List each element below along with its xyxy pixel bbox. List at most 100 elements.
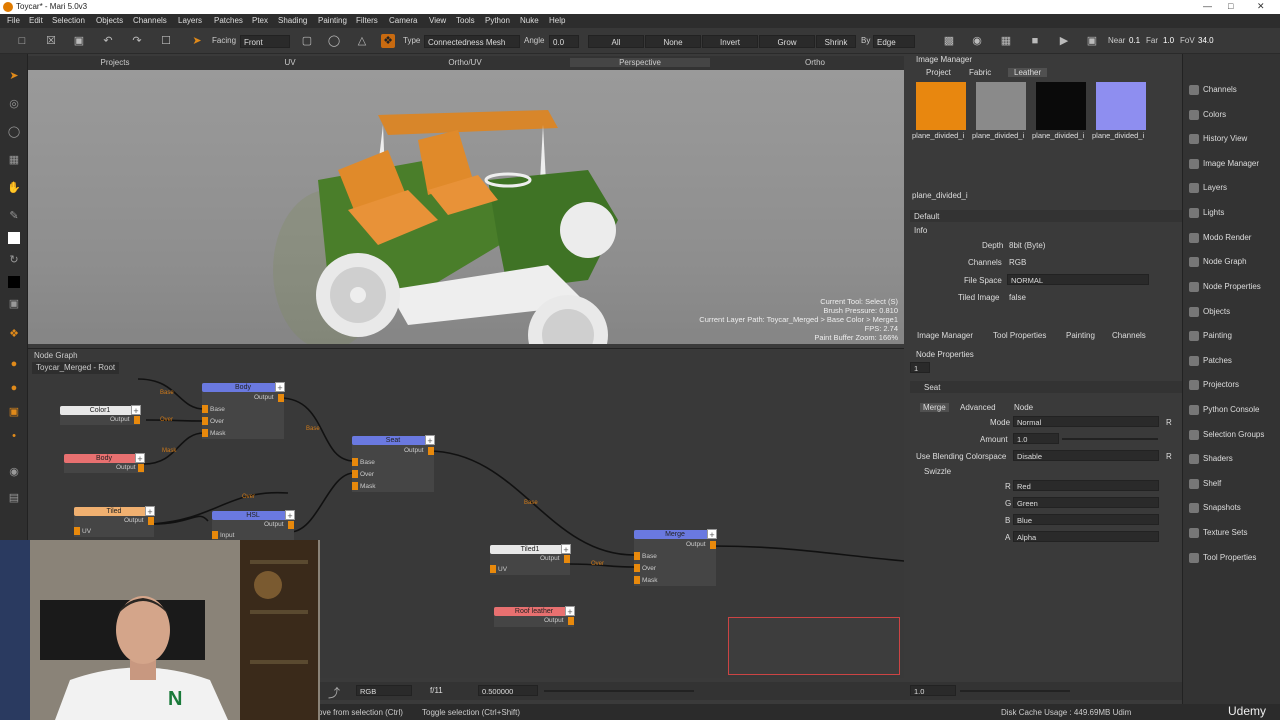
info-section-label[interactable]: Info (914, 226, 927, 235)
palette-objects[interactable]: Objects (1185, 302, 1279, 322)
image-thumb-orange[interactable] (916, 82, 966, 130)
image-thumb-black[interactable] (1036, 82, 1086, 130)
seat-section-header[interactable]: Seat (910, 381, 1182, 393)
brush-tool-icon[interactable]: ✎ (6, 208, 22, 224)
select-none-button[interactable]: None (645, 35, 701, 48)
poly-select-icon[interactable]: △ (355, 34, 369, 48)
menu-layers[interactable]: Layers (178, 16, 202, 25)
menu-view[interactable]: View (429, 16, 446, 25)
default-section-header[interactable]: Default (910, 210, 1182, 222)
camera-icon[interactable]: ◉ (970, 34, 984, 48)
over-port[interactable] (202, 417, 208, 425)
angle-field[interactable]: 0.0 (549, 35, 579, 48)
select-tool-icon[interactable]: ➤ (6, 68, 22, 84)
swizzle-g-dropdown[interactable]: Green (1013, 497, 1159, 508)
node-properties-count[interactable]: 1 (910, 362, 930, 373)
minimize-icon[interactable]: — (1203, 1, 1212, 11)
amount-field[interactable]: 1.0 (1013, 433, 1059, 444)
output-port[interactable] (148, 517, 154, 525)
tab-merge[interactable]: Merge (920, 403, 949, 412)
uv-port[interactable] (490, 565, 496, 573)
node-tiled1[interactable]: Tiled1 + Output UV (490, 544, 571, 575)
tab-leather[interactable]: Leather (1008, 68, 1048, 77)
amount-slider[interactable] (1062, 438, 1158, 440)
close-icon[interactable]: ✕ (1257, 1, 1265, 12)
shrink-button[interactable]: Shrink (816, 35, 856, 48)
palette-patches[interactable]: Patches (1185, 351, 1279, 371)
menu-patches[interactable]: Patches (214, 16, 243, 25)
palette-painting[interactable]: Painting (1185, 326, 1279, 346)
input-port[interactable] (212, 531, 218, 539)
exposure-slider[interactable] (544, 690, 694, 692)
stamp-tool-icon[interactable]: ◉ (6, 464, 22, 480)
palette-colors[interactable]: Colors (1185, 105, 1279, 125)
3d-viewport[interactable]: Current Tool: Select (S) Brush Pressure:… (28, 70, 904, 344)
tab-node[interactable]: Node (1014, 403, 1033, 412)
swap-colors-icon[interactable]: ↻ (6, 252, 22, 268)
swizzle-r-dropdown[interactable]: Red (1013, 480, 1159, 491)
node-expand-icon[interactable]: + (707, 529, 717, 540)
palette-selection-groups[interactable]: Selection Groups (1185, 425, 1279, 445)
output-port[interactable] (278, 394, 284, 402)
screen-icon[interactable]: ▣ (1085, 34, 1099, 48)
tab-projects[interactable]: Projects (45, 58, 185, 67)
tab-fabric[interactable]: Fabric (969, 68, 991, 77)
grow-button[interactable]: Grow (759, 35, 815, 48)
palette-projectors[interactable]: Projectors (1185, 375, 1279, 395)
cube-icon[interactable]: ▩ (942, 34, 956, 48)
reset-colors-icon[interactable]: ▣ (6, 296, 22, 312)
invert-button[interactable]: Invert (702, 35, 758, 48)
node-tiled[interactable]: Tiled + Output UV (74, 506, 155, 537)
menu-tools[interactable]: Tools (456, 16, 475, 25)
palette-history-view[interactable]: History View (1185, 129, 1279, 149)
tab-painting[interactable]: Painting (1066, 331, 1095, 340)
node-expand-icon[interactable]: + (425, 435, 435, 446)
background-color-swatch[interactable] (8, 276, 20, 288)
tab-perspective[interactable]: Perspective (570, 58, 710, 67)
output-port[interactable] (134, 416, 140, 424)
f-stop-field[interactable]: f/11 (430, 686, 443, 695)
layers-tool-icon[interactable]: ▤ (6, 490, 22, 506)
output-port[interactable] (428, 447, 434, 455)
palette-image-manager[interactable]: Image Manager (1185, 154, 1279, 174)
node-color1[interactable]: Color1 + Output (60, 405, 141, 425)
menu-painting[interactable]: Painting (318, 16, 347, 25)
palette-snapshots[interactable]: Snapshots (1185, 498, 1279, 518)
menu-filters[interactable]: Filters (356, 16, 378, 25)
mode-dropdown[interactable]: Normal (1013, 416, 1159, 427)
palette-modo-render[interactable]: Modo Render (1185, 228, 1279, 248)
grid-icon[interactable]: ▦ (999, 34, 1013, 48)
maximize-icon[interactable]: □ (1228, 1, 1233, 11)
swizzle-a-dropdown[interactable]: Alpha (1013, 531, 1159, 542)
menu-ptex[interactable]: Ptex (252, 16, 268, 25)
rect-select-icon[interactable]: ▢ (300, 34, 314, 48)
select-all-button[interactable]: All (588, 35, 644, 48)
tab-ortho[interactable]: Ortho (745, 58, 885, 67)
menu-channels[interactable]: Channels (133, 16, 167, 25)
output-port[interactable] (138, 464, 144, 472)
foreground-color-swatch[interactable] (8, 232, 20, 244)
exposure-field[interactable]: 0.500000 (478, 685, 538, 696)
tab-uv[interactable]: UV (220, 58, 360, 67)
orange-ball-icon[interactable]: ● (6, 380, 22, 396)
node-hsl[interactable]: HSL + Output Input (212, 510, 295, 541)
output-port[interactable] (564, 555, 570, 563)
tab-advanced[interactable]: Advanced (960, 403, 996, 412)
menu-python[interactable]: Python (485, 16, 510, 25)
node-expand-icon[interactable]: + (565, 606, 575, 617)
palette-python-console[interactable]: Python Console (1185, 400, 1279, 420)
mask-port[interactable] (352, 482, 358, 490)
target-tool-icon[interactable]: ▣ (6, 404, 22, 420)
dot-tool-icon[interactable]: • (6, 428, 22, 444)
curve-icon[interactable]: ⤴ (328, 684, 340, 701)
menu-nuke[interactable]: Nuke (520, 16, 539, 25)
close-project-icon[interactable]: ☒ (44, 34, 58, 48)
type-dropdown[interactable]: Connectedness Mesh (424, 35, 520, 48)
undo-icon[interactable]: ↶ (101, 34, 115, 48)
node-body-blue[interactable]: Body + Output Base Over Mask (202, 382, 285, 439)
tab-tool-properties[interactable]: Tool Properties (993, 331, 1046, 340)
menu-help[interactable]: Help (549, 16, 565, 25)
palette-shaders[interactable]: Shaders (1185, 449, 1279, 469)
menu-camera[interactable]: Camera (389, 16, 417, 25)
node-expand-icon[interactable]: + (561, 544, 571, 555)
